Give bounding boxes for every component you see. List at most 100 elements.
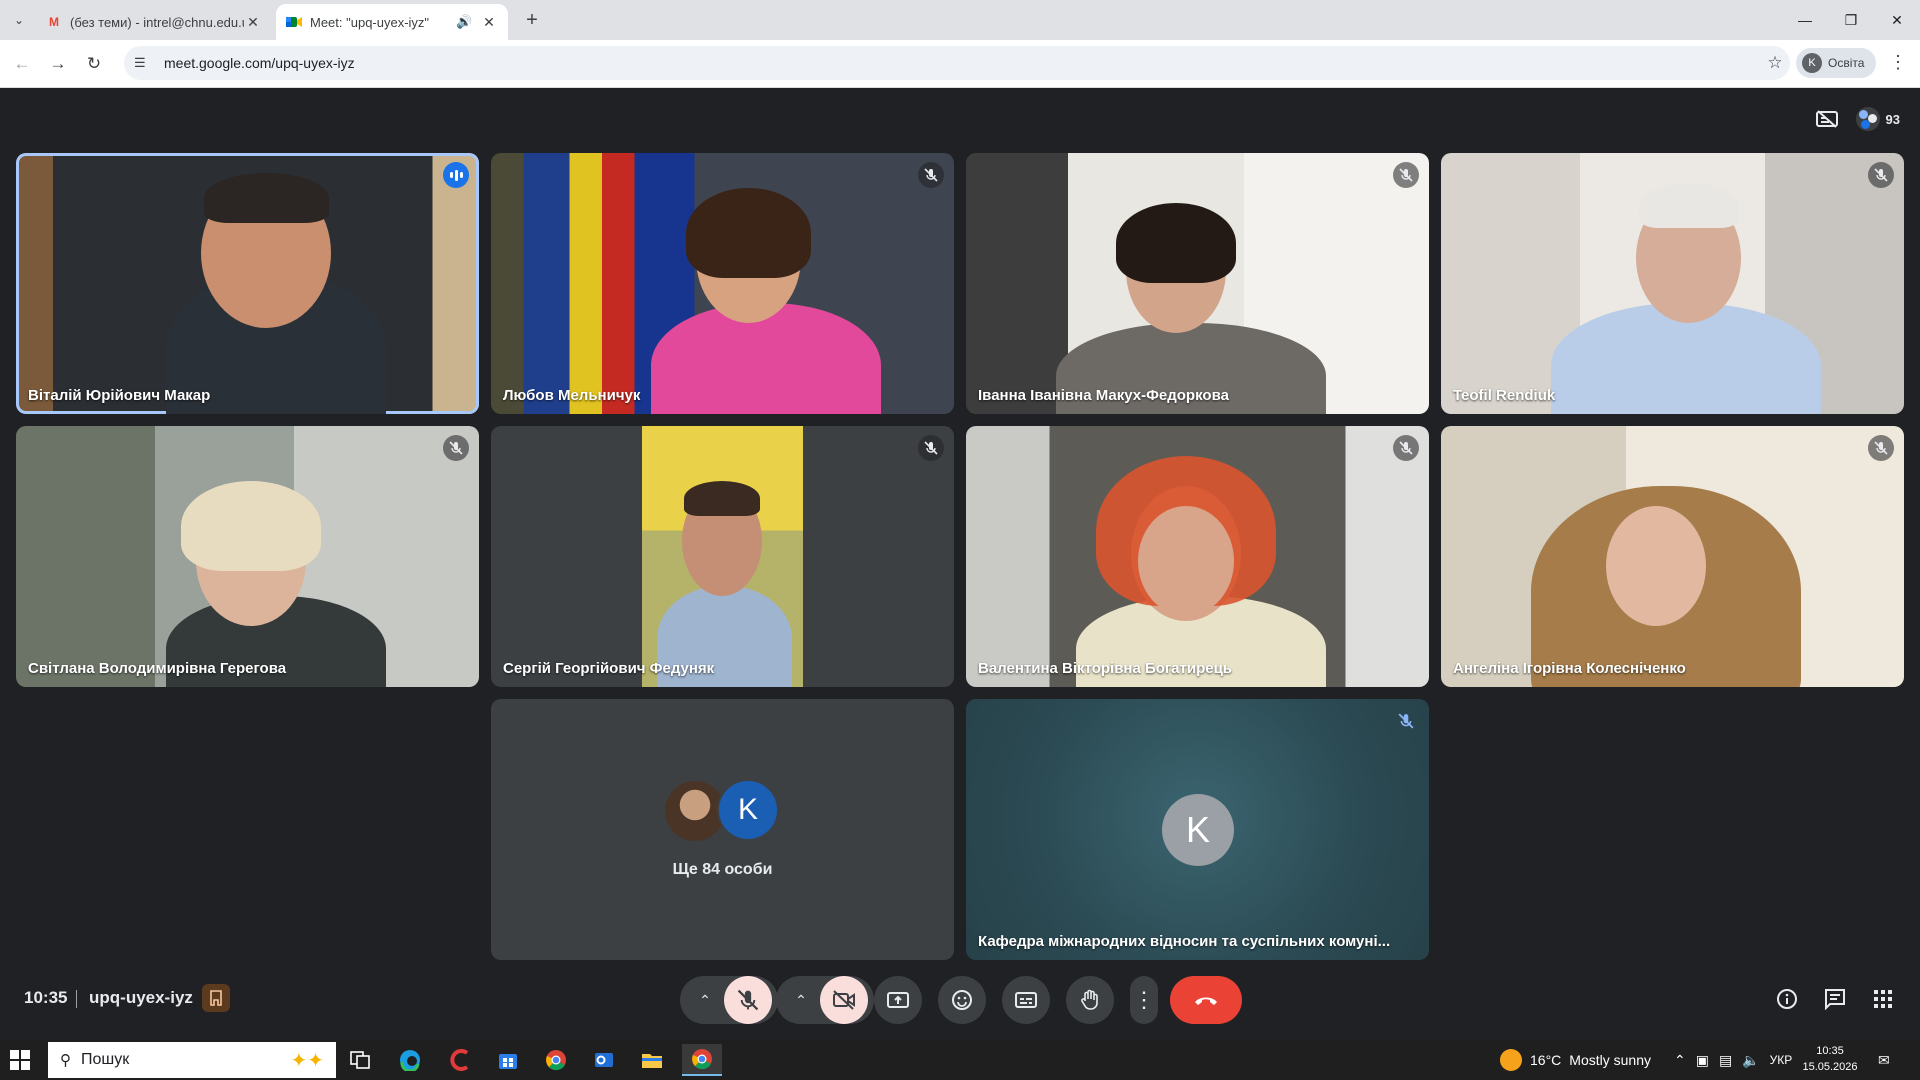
participant-count: 93 — [1885, 111, 1900, 127]
more-options-button[interactable]: ⋮ — [1130, 976, 1158, 1024]
weather-text: Mostly sunny — [1569, 1052, 1651, 1068]
notifications-icon[interactable]: ✉ — [1878, 1040, 1890, 1080]
participant-name: Віталій Юрійович Макар — [28, 387, 211, 404]
task-view-icon[interactable] — [340, 1044, 380, 1076]
participant-tile[interactable]: Світлана Володимирівна Герегова — [16, 426, 479, 687]
hang-up-icon — [1195, 997, 1217, 1005]
store-icon[interactable] — [488, 1044, 528, 1076]
more-participants-label: Ще 84 особи — [672, 861, 773, 878]
raise-hand-button[interactable] — [1066, 976, 1114, 1024]
tab-gmail[interactable]: M (без теми) - intrel@chnu.edu.ua ✕ — [36, 4, 272, 40]
divider — [76, 990, 77, 1008]
participants-button[interactable]: 93 — [1855, 107, 1900, 131]
reload-icon[interactable]: ↻ — [82, 52, 106, 76]
close-tab-icon[interactable]: ✕ — [244, 14, 262, 31]
participant-video — [642, 426, 803, 687]
chat-icon[interactable] — [1820, 984, 1850, 1014]
leave-call-button[interactable] — [1170, 976, 1242, 1024]
present-screen-icon — [887, 992, 909, 1008]
emoji-icon — [952, 990, 972, 1010]
microphone-toggle-button[interactable] — [724, 976, 772, 1024]
site-info-icon[interactable]: ☰ — [134, 55, 154, 71]
participants-avatars-icon — [1855, 107, 1880, 131]
participant-name: Світлана Володимирівна Герегова — [28, 660, 287, 677]
meet-top-controls: 93 — [1812, 104, 1900, 134]
participant-video — [204, 173, 329, 223]
close-window-icon[interactable]: ✕ — [1874, 0, 1920, 40]
camera-control-group: ⌃ — [776, 976, 874, 1024]
new-tab-button[interactable]: + — [520, 8, 544, 32]
url-text: meet.google.com/upq-uyex-iyz — [164, 55, 355, 71]
forward-icon[interactable]: → — [46, 52, 70, 76]
participant-video — [1606, 506, 1706, 626]
back-icon[interactable]: ← — [10, 52, 34, 76]
camera-toggle-button[interactable] — [820, 976, 868, 1024]
search-placeholder: Пошук — [81, 1051, 130, 1068]
weather-sun-icon — [1500, 1049, 1522, 1071]
microphone-control-group: ⌃ — [680, 976, 778, 1024]
tab-title: Meet: "upq-uyex-iyz" — [310, 14, 430, 30]
tray-overflow-chevron-icon[interactable]: ⌃ — [1674, 1052, 1686, 1069]
restore-icon[interactable]: ❐ — [1828, 0, 1874, 40]
audio-options-chevron-icon[interactable]: ⌃ — [686, 992, 724, 1009]
weather-widget[interactable]: 16°C Mostly sunny — [1500, 1040, 1651, 1080]
gmail-icon: M — [49, 15, 59, 29]
chrome-active-icon[interactable] — [682, 1044, 722, 1076]
avatar: K — [1162, 794, 1234, 866]
meeting-details-icon[interactable] — [1772, 984, 1802, 1014]
participant-tile[interactable]: Валентина Вікторівна Богатирець — [966, 426, 1429, 687]
file-explorer-icon[interactable] — [632, 1044, 672, 1076]
reactions-button[interactable] — [938, 976, 986, 1024]
participant-tile[interactable]: Віталій Юрійович Макар — [16, 153, 479, 414]
participant-name: Сергій Георгійович Федуняк — [503, 660, 715, 677]
participant-tile[interactable]: Іванна Іванівна Макух-Федоркова — [966, 153, 1429, 414]
participant-name: Любов Мельничук — [503, 387, 641, 404]
volume-icon[interactable]: 🔈 — [1742, 1052, 1759, 1069]
participant-tile[interactable]: Teofil Rendiuk — [1441, 153, 1904, 414]
muted-mic-icon — [443, 435, 469, 461]
tab-search-chevron-icon[interactable]: ⌄ — [6, 8, 32, 32]
speaker-icon[interactable]: 🔊 — [456, 14, 474, 30]
search-icon: ⚲ — [60, 1052, 71, 1069]
taskbar-clock[interactable]: 10:35 15.05.2026 — [1800, 1043, 1860, 1075]
taskbar-search-input[interactable]: ⚲ Пошук ✦✦ — [48, 1042, 336, 1078]
tab-title: (без теми) - intrel@chnu.edu.ua — [70, 14, 244, 30]
participant-video — [684, 481, 760, 516]
app-red-icon[interactable] — [440, 1044, 480, 1076]
participant-tile[interactable]: Ангеліна Ігорівна Колесніченко — [1441, 426, 1904, 687]
host-controls-icon[interactable] — [202, 984, 230, 1012]
raise-hand-icon — [1081, 989, 1098, 1010]
more-participants-tile[interactable]: K Ще 84 особи — [491, 699, 954, 960]
bookmark-star-icon[interactable]: ☆ — [1760, 53, 1790, 73]
participant-tile[interactable]: Сергій Георгійович Федуняк — [491, 426, 954, 687]
participant-tile[interactable]: K Кафедра міжнародних відносин та суспіл… — [966, 699, 1429, 960]
network-icon[interactable]: ▤ — [1719, 1052, 1732, 1069]
close-tab-icon[interactable]: ✕ — [480, 14, 498, 31]
browser-menu-icon[interactable]: ⋮ — [1888, 52, 1908, 76]
video-options-chevron-icon[interactable]: ⌃ — [782, 992, 820, 1009]
camera-off-icon — [833, 990, 855, 1010]
profile-name: Освіта — [1828, 56, 1865, 70]
tab-meet[interactable]: Meet: "upq-uyex-iyz" 🔊 ✕ — [276, 4, 508, 40]
avatar: K — [717, 779, 779, 841]
avatar: K — [1802, 53, 1822, 73]
muted-mic-icon — [1393, 708, 1419, 734]
meeting-code: upq-uyex-iyz — [89, 988, 193, 1007]
chrome-icon[interactable] — [536, 1044, 576, 1076]
participant-tile[interactable]: Любов Мельничук — [491, 153, 954, 414]
outlook-icon[interactable] — [584, 1044, 624, 1076]
language-indicator[interactable]: УКР — [1770, 1053, 1793, 1067]
meet-tray-icon[interactable]: ▣ — [1696, 1052, 1709, 1069]
present-screen-button[interactable] — [874, 976, 922, 1024]
muted-mic-icon — [1868, 435, 1894, 461]
captions-button[interactable] — [1002, 976, 1050, 1024]
edge-icon[interactable] — [390, 1044, 430, 1076]
profile-chip[interactable]: K Освіта — [1796, 48, 1876, 78]
activities-icon[interactable] — [1868, 984, 1898, 1014]
browser-tab-bar: ⌄ M (без теми) - intrel@chnu.edu.ua ✕ Me… — [0, 0, 1920, 40]
captions-off-icon[interactable] — [1812, 104, 1842, 134]
minimize-icon[interactable]: — — [1782, 0, 1828, 40]
windows-start-icon[interactable] — [10, 1050, 30, 1070]
address-bar[interactable]: ☰ meet.google.com/upq-uyex-iyz ☆ — [124, 46, 1790, 80]
participant-video — [651, 303, 881, 414]
